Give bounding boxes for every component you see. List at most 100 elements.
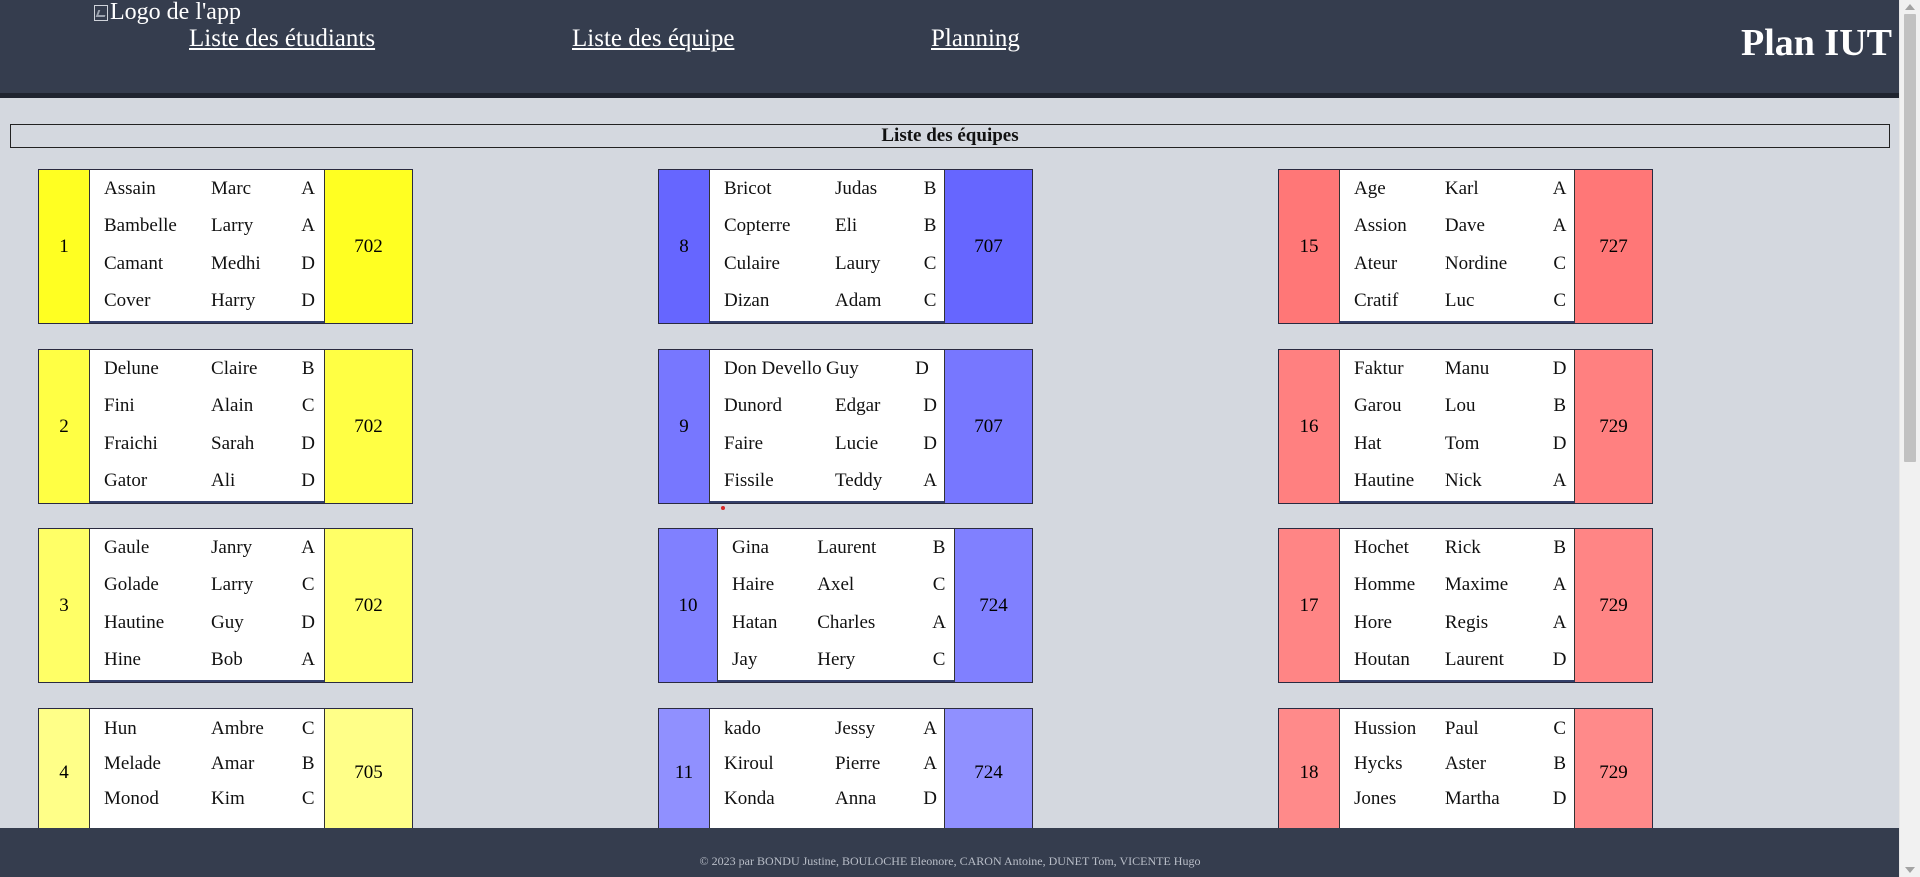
team-room: 729	[1599, 762, 1628, 783]
member-row: Copterre Eli B	[710, 216, 944, 237]
team-members: Gina Laurent B Haire Axel C Hatan Charles A Jay He…	[717, 529, 955, 682]
app-logo[interactable]: Logo de l'app	[94, 0, 241, 26]
member-firstname: Paul	[1444, 718, 1479, 739]
member-group: C	[932, 648, 946, 670]
member-group: C	[1553, 718, 1566, 739]
member-firstname: Guy	[211, 611, 244, 633]
member-group: A	[932, 611, 946, 633]
logo-alt-text: Logo de l'app	[110, 0, 241, 25]
scroll-thumb[interactable]	[1904, 14, 1916, 462]
team-room: 729	[1599, 594, 1628, 616]
member-row: Faktur Manu D	[1340, 358, 1574, 380]
broken-image-icon	[94, 4, 108, 21]
member-firstname: Martha	[1444, 787, 1500, 809]
member-lastname: Bambelle	[104, 215, 177, 237]
member-lastname: Fraichi	[104, 432, 158, 454]
member-row: kado Jessy A	[710, 718, 944, 740]
member-lastname: Hautine	[104, 611, 165, 633]
member-firstname: Larry	[211, 574, 254, 596]
team-number: 4	[59, 762, 69, 783]
member-row: Delune Claire B	[90, 358, 324, 380]
member-lastname: Delune	[104, 358, 159, 380]
member-firstname: Aster	[1444, 752, 1487, 774]
team-members: Hussion Paul C Hycks Aster B Jones Martha D	[1339, 709, 1575, 837]
member-lastname: Dizan	[724, 289, 770, 311]
scroll-up-icon[interactable]	[1905, 4, 1915, 10]
member-row: Monod Kim C	[90, 787, 324, 810]
member-row: Faire Lucie D	[710, 432, 944, 455]
team-room: 707	[974, 235, 1003, 257]
team-number: 10	[678, 594, 698, 616]
member-lastname: Don Devello	[724, 358, 822, 380]
team-room: 705	[354, 762, 383, 783]
member-lastname: Houtan	[1354, 648, 1410, 670]
member-lastname: Konda	[724, 787, 775, 809]
member-lastname: Jones	[1354, 787, 1397, 809]
member-group: A	[301, 215, 316, 237]
team-members: Age Karl A Assion Dave A Ateur Nordine C Cratif Lu…	[1339, 170, 1575, 323]
team-card: 18 Hussion Paul C Hycks Aster B Jones Martha D 729	[1278, 708, 1653, 838]
member-firstname: Harry	[211, 289, 256, 311]
vertical-scrollbar[interactable]	[1899, 0, 1920, 877]
team-card: 17 Hochet Rick B Homme Maxime A Hore Regis A Houta…	[1278, 528, 1653, 683]
member-lastname: Gator	[104, 469, 148, 491]
member-row: Dunord Edgar D	[710, 396, 944, 417]
nav-link-etudiants[interactable]: Liste des étudiants	[189, 25, 375, 53]
member-lastname: Faire	[724, 432, 764, 454]
team-card: 9 Don Devello Guy D Dunord Edgar D Faire Lucie D F…	[658, 349, 1033, 504]
member-lastname: Dunord	[724, 395, 783, 417]
team-room: 729	[1599, 415, 1628, 437]
member-row: Assion Dave A	[1340, 216, 1574, 237]
member-firstname: Lucie	[834, 432, 879, 454]
member-lastname: Cover	[104, 289, 151, 311]
member-row: Gator Ali D	[90, 469, 324, 492]
member-firstname: Teddy	[834, 469, 883, 491]
member-group: C	[301, 574, 315, 596]
member-group: B	[301, 358, 315, 380]
member-group: C	[923, 252, 937, 274]
team-members: Don Devello Guy D Dunord Edgar D Faire Lucie D Fi…	[709, 350, 945, 503]
member-lastname: kado	[724, 718, 761, 739]
team-members: Gaule Janry A Golade Larry C Hautine Guy D Hine Bo…	[89, 529, 325, 682]
member-firstname: Medhi	[211, 252, 261, 274]
member-group: D	[301, 469, 316, 491]
member-lastname: Homme	[1354, 574, 1416, 596]
nav-link-planning[interactable]: Planning	[931, 25, 1020, 53]
team-card: 10 Gina Laurent B Haire Axel C Hatan Charles A Jay…	[658, 528, 1033, 683]
member-row: Hussion Paul C	[1340, 718, 1574, 740]
member-firstname: Adam	[834, 289, 882, 311]
member-firstname: Guy	[826, 358, 859, 380]
member-firstname: Ambre	[211, 718, 264, 739]
team-members: kado Jessy A Kiroul Pierre A Konda Anna D	[709, 709, 945, 837]
team-number: 3	[59, 594, 69, 616]
team-room: 724	[979, 594, 1008, 616]
member-group: B	[1553, 395, 1566, 417]
team-card: 1 Assain Marc A Bambelle Larry A Camant Medhi D Co…	[38, 169, 413, 324]
member-firstname: Jessy	[834, 718, 876, 739]
member-row: Hycks Aster B	[1340, 752, 1574, 775]
member-row: Homme Maxime A	[1340, 575, 1574, 596]
member-row: Hat Tom D	[1340, 433, 1574, 455]
member-firstname: Edgar	[834, 395, 881, 417]
member-lastname: Garou	[1354, 395, 1402, 417]
member-firstname: Laury	[834, 252, 881, 274]
member-firstname: Laurent	[1444, 648, 1504, 670]
team-number: 1	[59, 235, 69, 257]
member-row: Ateur Nordine C	[1340, 253, 1574, 275]
member-firstname: Amar	[211, 752, 255, 774]
scroll-down-icon[interactable]	[1905, 867, 1915, 873]
member-row: Hautine Guy D	[90, 611, 324, 634]
member-group: C	[301, 787, 315, 809]
member-row: Hochet Rick B	[1340, 537, 1574, 559]
member-lastname: Camant	[104, 252, 164, 274]
nav-link-equipes[interactable]: Liste des équipe	[572, 25, 734, 53]
member-firstname: Janry	[211, 537, 253, 559]
member-firstname: Kim	[211, 787, 245, 809]
member-lastname: Culaire	[724, 252, 780, 274]
member-row: Cratif Luc C	[1340, 290, 1574, 312]
member-lastname: Bricot	[724, 178, 772, 200]
member-row: Houtan Laurent D	[1340, 648, 1574, 671]
member-group: B	[1553, 537, 1566, 559]
team-room: 727	[1599, 235, 1628, 257]
member-row: Fini Alain C	[90, 396, 324, 417]
